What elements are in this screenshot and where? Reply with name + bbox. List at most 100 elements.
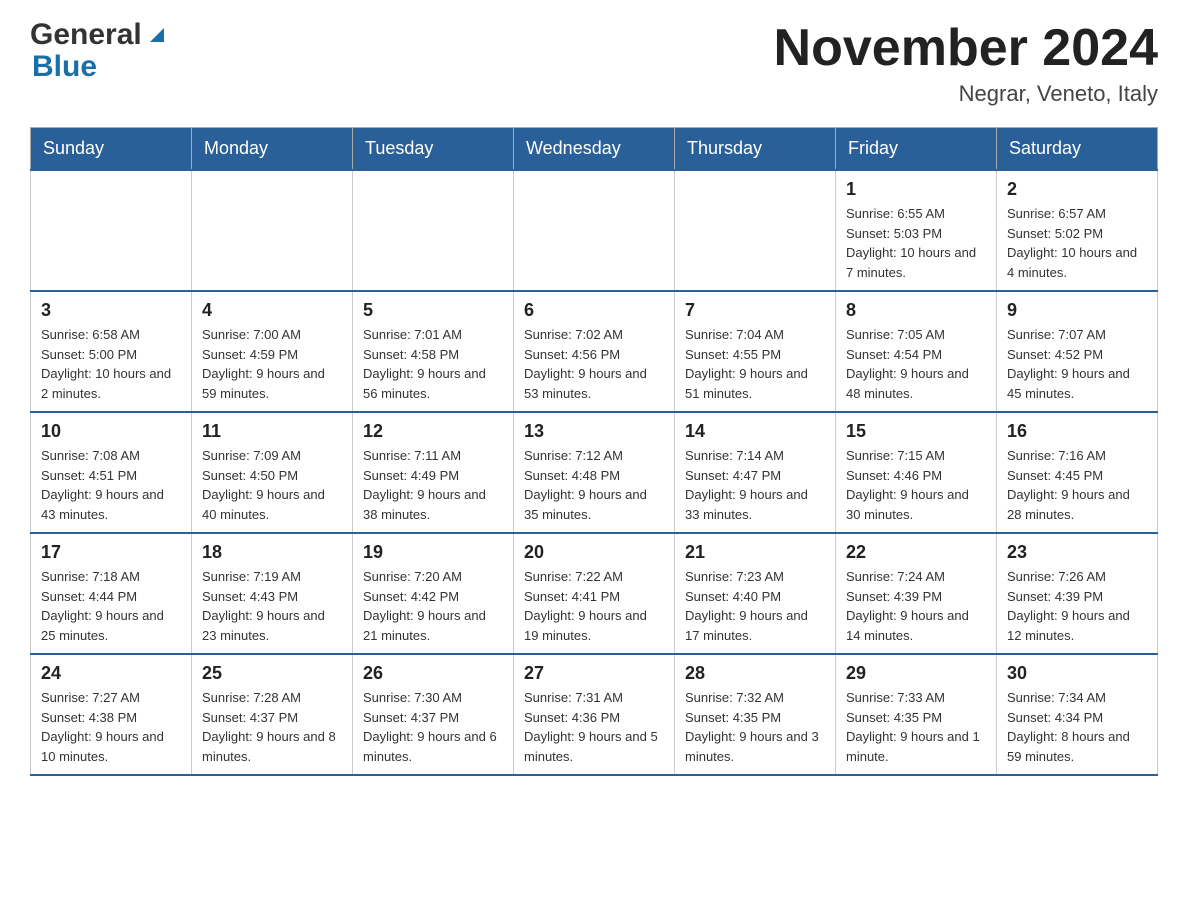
day-number: 13	[524, 421, 664, 442]
day-info: Sunrise: 6:57 AMSunset: 5:02 PMDaylight:…	[1007, 204, 1147, 282]
calendar-cell: 9Sunrise: 7:07 AMSunset: 4:52 PMDaylight…	[997, 291, 1158, 412]
weekday-header-monday: Monday	[192, 128, 353, 171]
day-number: 1	[846, 179, 986, 200]
day-number: 30	[1007, 663, 1147, 684]
calendar-cell: 24 Sunrise: 7:27 AMSunset: 4:38 PMDayligh…	[31, 654, 192, 775]
calendar-cell: 29 Sunrise: 7:33 AMSunset: 4:35 PMDayligh…	[836, 654, 997, 775]
day-info: Sunrise: 7:11 AMSunset: 4:49 PMDaylight:…	[363, 446, 503, 524]
calendar-cell: 2 Sunrise: 6:57 AMSunset: 5:02 PMDaylight…	[997, 170, 1158, 291]
logo: General Blue	[30, 20, 168, 84]
calendar-cell: 10 Sunrise: 7:08 AMSunset: 4:51 PMDayligh…	[31, 412, 192, 533]
calendar-cell: 14Sunrise: 7:14 AMSunset: 4:47 PMDayligh…	[675, 412, 836, 533]
day-info: Sunrise: 7:15 AMSunset: 4:46 PMDaylight:…	[846, 446, 986, 524]
calendar-cell: 12 Sunrise: 7:11 AMSunset: 4:49 PMDayligh…	[353, 412, 514, 533]
calendar-cell: 20Sunrise: 7:22 AMSunset: 4:41 PMDayligh…	[514, 533, 675, 654]
day-info: Sunrise: 7:05 AMSunset: 4:54 PMDaylight:…	[846, 325, 986, 403]
day-info: Sunrise: 7:07 AMSunset: 4:52 PMDaylight:…	[1007, 325, 1147, 403]
day-number: 23	[1007, 542, 1147, 563]
day-number: 6	[524, 300, 664, 321]
calendar-cell: 23 Sunrise: 7:26 AMSunset: 4:39 PMDayligh…	[997, 533, 1158, 654]
day-number: 12	[363, 421, 503, 442]
day-info: Sunrise: 7:12 AMSunset: 4:48 PMDaylight:…	[524, 446, 664, 524]
day-info: Sunrise: 7:33 AMSunset: 4:35 PMDaylight:…	[846, 688, 986, 766]
day-info: Sunrise: 6:55 AMSunset: 5:03 PMDaylight:…	[846, 204, 986, 282]
day-number: 29	[846, 663, 986, 684]
day-info: Sunrise: 7:04 AMSunset: 4:55 PMDaylight:…	[685, 325, 825, 403]
day-info: Sunrise: 7:27 AMSunset: 4:38 PMDaylight:…	[41, 688, 181, 766]
day-number: 24	[41, 663, 181, 684]
day-number: 19	[363, 542, 503, 563]
day-number: 2	[1007, 179, 1147, 200]
location: Negrar, Veneto, Italy	[774, 81, 1158, 107]
day-number: 25	[202, 663, 342, 684]
day-info: Sunrise: 7:31 AMSunset: 4:36 PMDaylight:…	[524, 688, 664, 766]
day-info: Sunrise: 7:32 AMSunset: 4:35 PMDaylight:…	[685, 688, 825, 766]
calendar-cell: 7 Sunrise: 7:04 AMSunset: 4:55 PMDaylight…	[675, 291, 836, 412]
calendar-cell: 27 Sunrise: 7:31 AMSunset: 4:36 PMDayligh…	[514, 654, 675, 775]
day-info: Sunrise: 7:18 AMSunset: 4:44 PMDaylight:…	[41, 567, 181, 645]
day-info: Sunrise: 7:16 AMSunset: 4:45 PMDaylight:…	[1007, 446, 1147, 524]
logo-general-text: General	[30, 20, 142, 50]
weekday-header-tuesday: Tuesday	[353, 128, 514, 171]
day-number: 11	[202, 421, 342, 442]
calendar-cell: 3 Sunrise: 6:58 AMSunset: 5:00 PMDaylight…	[31, 291, 192, 412]
day-number: 20	[524, 542, 664, 563]
calendar-cell: 21Sunrise: 7:23 AMSunset: 4:40 PMDayligh…	[675, 533, 836, 654]
day-info: Sunrise: 7:24 AMSunset: 4:39 PMDaylight:…	[846, 567, 986, 645]
calendar-cell: 22 Sunrise: 7:24 AMSunset: 4:39 PMDayligh…	[836, 533, 997, 654]
day-number: 10	[41, 421, 181, 442]
weekday-header-thursday: Thursday	[675, 128, 836, 171]
day-number: 18	[202, 542, 342, 563]
day-info: Sunrise: 7:19 AMSunset: 4:43 PMDaylight:…	[202, 567, 342, 645]
day-number: 5	[363, 300, 503, 321]
title-block: November 2024 Negrar, Veneto, Italy	[774, 20, 1158, 107]
day-info: Sunrise: 7:01 AMSunset: 4:58 PMDaylight:…	[363, 325, 503, 403]
day-info: Sunrise: 7:00 AMSunset: 4:59 PMDaylight:…	[202, 325, 342, 403]
day-number: 8	[846, 300, 986, 321]
day-info: Sunrise: 7:23 AMSunset: 4:40 PMDaylight:…	[685, 567, 825, 645]
day-number: 3	[41, 300, 181, 321]
calendar-week-5: 24 Sunrise: 7:27 AMSunset: 4:38 PMDayligh…	[31, 654, 1158, 775]
weekday-header-sunday: Sunday	[31, 128, 192, 171]
page-header: General Blue November 2024 Negrar, Venet…	[30, 20, 1158, 107]
day-info: Sunrise: 7:14 AMSunset: 4:47 PMDaylight:…	[685, 446, 825, 524]
day-info: Sunrise: 7:28 AMSunset: 4:37 PMDaylight:…	[202, 688, 342, 766]
calendar-week-3: 10 Sunrise: 7:08 AMSunset: 4:51 PMDayligh…	[31, 412, 1158, 533]
calendar-cell: 18 Sunrise: 7:19 AMSunset: 4:43 PMDayligh…	[192, 533, 353, 654]
calendar-week-4: 17 Sunrise: 7:18 AMSunset: 4:44 PMDayligh…	[31, 533, 1158, 654]
calendar-week-1: 1 Sunrise: 6:55 AMSunset: 5:03 PMDaylight…	[31, 170, 1158, 291]
day-number: 4	[202, 300, 342, 321]
calendar-cell	[31, 170, 192, 291]
calendar-cell	[675, 170, 836, 291]
day-number: 16	[1007, 421, 1147, 442]
calendar-cell: 28 Sunrise: 7:32 AMSunset: 4:35 PMDayligh…	[675, 654, 836, 775]
weekday-header-wednesday: Wednesday	[514, 128, 675, 171]
day-info: Sunrise: 7:26 AMSunset: 4:39 PMDaylight:…	[1007, 567, 1147, 645]
day-number: 17	[41, 542, 181, 563]
calendar-cell: 4 Sunrise: 7:00 AMSunset: 4:59 PMDaylight…	[192, 291, 353, 412]
calendar-cell: 17 Sunrise: 7:18 AMSunset: 4:44 PMDayligh…	[31, 533, 192, 654]
calendar-cell: 8 Sunrise: 7:05 AMSunset: 4:54 PMDaylight…	[836, 291, 997, 412]
calendar-cell: 13 Sunrise: 7:12 AMSunset: 4:48 PMDayligh…	[514, 412, 675, 533]
calendar-cell: 16 Sunrise: 7:16 AMSunset: 4:45 PMDayligh…	[997, 412, 1158, 533]
day-number: 22	[846, 542, 986, 563]
day-info: Sunrise: 7:08 AMSunset: 4:51 PMDaylight:…	[41, 446, 181, 524]
day-number: 15	[846, 421, 986, 442]
day-info: Sunrise: 7:20 AMSunset: 4:42 PMDaylight:…	[363, 567, 503, 645]
day-info: Sunrise: 7:30 AMSunset: 4:37 PMDaylight:…	[363, 688, 503, 766]
calendar-cell: 15 Sunrise: 7:15 AMSunset: 4:46 PMDayligh…	[836, 412, 997, 533]
month-title: November 2024	[774, 20, 1158, 77]
logo-triangle-icon	[146, 24, 168, 50]
calendar-cell: 19 Sunrise: 7:20 AMSunset: 4:42 PMDayligh…	[353, 533, 514, 654]
day-number: 7	[685, 300, 825, 321]
logo-blue-text: Blue	[32, 50, 97, 83]
weekday-header-row: SundayMondayTuesdayWednesdayThursdayFrid…	[31, 128, 1158, 171]
day-info: Sunrise: 6:58 AMSunset: 5:00 PMDaylight:…	[41, 325, 181, 403]
calendar-cell: 5 Sunrise: 7:01 AMSunset: 4:58 PMDaylight…	[353, 291, 514, 412]
day-number: 27	[524, 663, 664, 684]
calendar-cell: 30 Sunrise: 7:34 AMSunset: 4:34 PMDayligh…	[997, 654, 1158, 775]
day-info: Sunrise: 7:34 AMSunset: 4:34 PMDaylight:…	[1007, 688, 1147, 766]
calendar-week-2: 3 Sunrise: 6:58 AMSunset: 5:00 PMDaylight…	[31, 291, 1158, 412]
day-number: 28	[685, 663, 825, 684]
calendar-cell: 26Sunrise: 7:30 AMSunset: 4:37 PMDayligh…	[353, 654, 514, 775]
